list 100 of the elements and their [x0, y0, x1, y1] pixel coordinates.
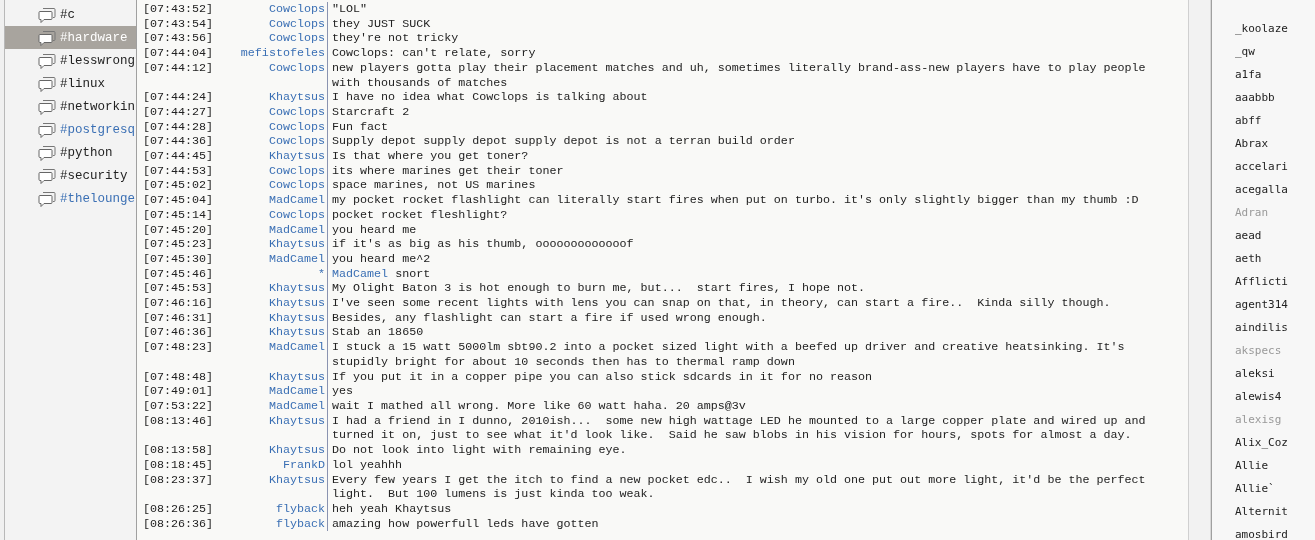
message-text: they JUST SUCK: [331, 16, 432, 32]
user-name[interactable]: agent314: [1235, 298, 1315, 321]
timestamp: [08:26:25]: [142, 501, 215, 517]
timestamp: [07:45:53]: [142, 281, 215, 297]
timestamp: [07:45:04]: [142, 193, 215, 208]
chat-bubbles-icon: [38, 167, 56, 184]
message-text: lol yeahhh: [331, 457, 404, 473]
user-name[interactable]: acegalla: [1235, 183, 1315, 206]
nickname[interactable]: Khaytsus: [229, 149, 327, 164]
channel-item[interactable]: #thelounge: [5, 187, 136, 210]
nickname[interactable]: Khaytsus: [229, 281, 327, 297]
timestamp: [07:45:23]: [142, 237, 215, 252]
nickname[interactable]: Cowclops: [229, 163, 327, 179]
timestamp: [07:53:22]: [142, 399, 215, 414]
user-name[interactable]: accelari: [1235, 160, 1315, 183]
channel-item[interactable]: #c: [5, 3, 136, 26]
user-name[interactable]: akspecs: [1235, 344, 1315, 367]
timestamp: [07:46:31]: [142, 310, 215, 326]
user-name[interactable]: Allie`: [1235, 482, 1315, 505]
user-name[interactable]: aaabbb: [1235, 91, 1315, 114]
user-name[interactable]: Afflicti: [1235, 275, 1315, 298]
user-name[interactable]: alexisg: [1235, 413, 1315, 436]
nickname[interactable]: Khaytsus: [229, 237, 327, 252]
nickname[interactable]: Khaytsus: [229, 472, 327, 502]
nickname[interactable]: flyback: [229, 516, 327, 532]
nickname[interactable]: MadCamel: [229, 222, 327, 238]
nickname[interactable]: mefistofeles: [229, 46, 327, 61]
timestamp: [07:45:46]: [142, 266, 215, 282]
user-name[interactable]: Adran: [1235, 206, 1315, 229]
nickname[interactable]: Cowclops: [229, 207, 327, 223]
user-name[interactable]: aindilis: [1235, 321, 1315, 344]
message-text: I had a friend in I dunno, 2010ish... some new high wattage LED he mounted to a large copper plate and wired up and turned it on, just to see what it'd look like. Said he saw blobs in his vision for hours, spots for almost a day.: [331, 413, 1147, 444]
timestamp: [07:44:24]: [142, 90, 215, 105]
nickname[interactable]: *: [229, 266, 327, 282]
user-name[interactable]: alewis4: [1235, 390, 1315, 413]
message-text: my pocket rocket flashlight can literally start fires when put on turbo. it's only slightly bigger than my thumb :D: [331, 193, 1140, 208]
channel-item[interactable]: #lesswrong: [5, 49, 136, 72]
nickname[interactable]: Khaytsus: [229, 443, 327, 458]
nickname[interactable]: MadCamel: [229, 251, 327, 267]
nickname[interactable]: MadCamel: [229, 193, 327, 208]
action-text: MadCamel snort: [331, 266, 432, 282]
message-text: "LOL": [331, 2, 369, 17]
message-text: pocket rocket fleshlight?: [331, 207, 509, 223]
channel-item[interactable]: #postgresq: [5, 118, 136, 141]
timestamp: [08:26:36]: [142, 516, 215, 532]
nickname[interactable]: Cowclops: [229, 60, 327, 91]
nickname[interactable]: Khaytsus: [229, 296, 327, 311]
message-text: Fun fact: [331, 119, 390, 135]
message-text: Every few years I get the itch to find a new pocket edc.. I wish my old one put out more light, it'd be the perfect light. But 100 lumens is just kinda too weak.: [331, 472, 1147, 502]
user-name[interactable]: amosbird: [1235, 528, 1315, 540]
user-name[interactable]: Abrax: [1235, 137, 1315, 160]
chat-bubbles-icon: [38, 75, 56, 92]
nickname[interactable]: Cowclops: [229, 119, 327, 135]
nickname[interactable]: Khaytsus: [229, 310, 327, 326]
nickname[interactable]: MadCamel: [229, 340, 327, 370]
message-text: you heard me^2: [331, 251, 432, 267]
channel-item[interactable]: #linux: [5, 72, 136, 95]
channel-item[interactable]: #networkin: [5, 95, 136, 118]
timestamp: [07:45:02]: [142, 178, 215, 194]
nickname[interactable]: Khaytsus: [229, 325, 327, 341]
timestamp: [07:46:36]: [142, 325, 215, 341]
timestamp: [07:43:56]: [142, 31, 215, 47]
nickname[interactable]: FrankD: [229, 457, 327, 473]
message-text: amazing how powerfull leds have gotten: [331, 516, 600, 532]
nickname[interactable]: Cowclops: [229, 178, 327, 194]
channel-item[interactable]: #security: [5, 164, 136, 187]
nickname[interactable]: Khaytsus: [229, 90, 327, 105]
timestamp: [07:44:36]: [142, 134, 215, 150]
timestamp: [07:46:16]: [142, 296, 215, 311]
nickname[interactable]: flyback: [229, 501, 327, 517]
nickname[interactable]: MadCamel: [229, 399, 327, 414]
timestamp: [07:45:30]: [142, 251, 215, 267]
user-name[interactable]: Alternit: [1235, 505, 1315, 528]
message-text: Cowclops: can't relate, sorry: [331, 46, 537, 61]
user-name[interactable]: aeth: [1235, 252, 1315, 275]
nickname[interactable]: Cowclops: [229, 31, 327, 47]
user-name[interactable]: _koolaze: [1235, 22, 1315, 45]
channel-item[interactable]: #python: [5, 141, 136, 164]
user-name[interactable]: _qw: [1235, 45, 1315, 68]
timestamp: [07:49:01]: [142, 384, 215, 399]
nickname[interactable]: Cowclops: [229, 104, 327, 120]
user-name[interactable]: abff: [1235, 114, 1315, 137]
user-name[interactable]: aead: [1235, 229, 1315, 252]
nickname[interactable]: Khaytsus: [229, 413, 327, 444]
nickname[interactable]: Cowclops: [229, 134, 327, 150]
timestamp: [08:18:45]: [142, 457, 215, 473]
user-name[interactable]: Allie: [1235, 459, 1315, 482]
nickname[interactable]: MadCamel: [229, 384, 327, 399]
message-text: My Olight Baton 3 is hot enough to burn me, but... start fires, I hope not.: [331, 281, 867, 297]
chat-bubbles-icon: [38, 121, 56, 138]
nickname[interactable]: Cowclops: [229, 16, 327, 32]
timestamp: [08:13:58]: [142, 443, 215, 458]
nickname[interactable]: Khaytsus: [229, 369, 327, 385]
message-text: I have no idea what Cowclops is talking about: [331, 90, 649, 105]
timestamp: [07:48:23]: [142, 340, 215, 357]
user-name[interactable]: a1fa: [1235, 68, 1315, 91]
message-text: you heard me: [331, 222, 418, 238]
nickname[interactable]: Cowclops: [229, 2, 327, 17]
user-name[interactable]: Alix_Coz: [1235, 436, 1315, 459]
user-name[interactable]: aleksi: [1235, 367, 1315, 390]
